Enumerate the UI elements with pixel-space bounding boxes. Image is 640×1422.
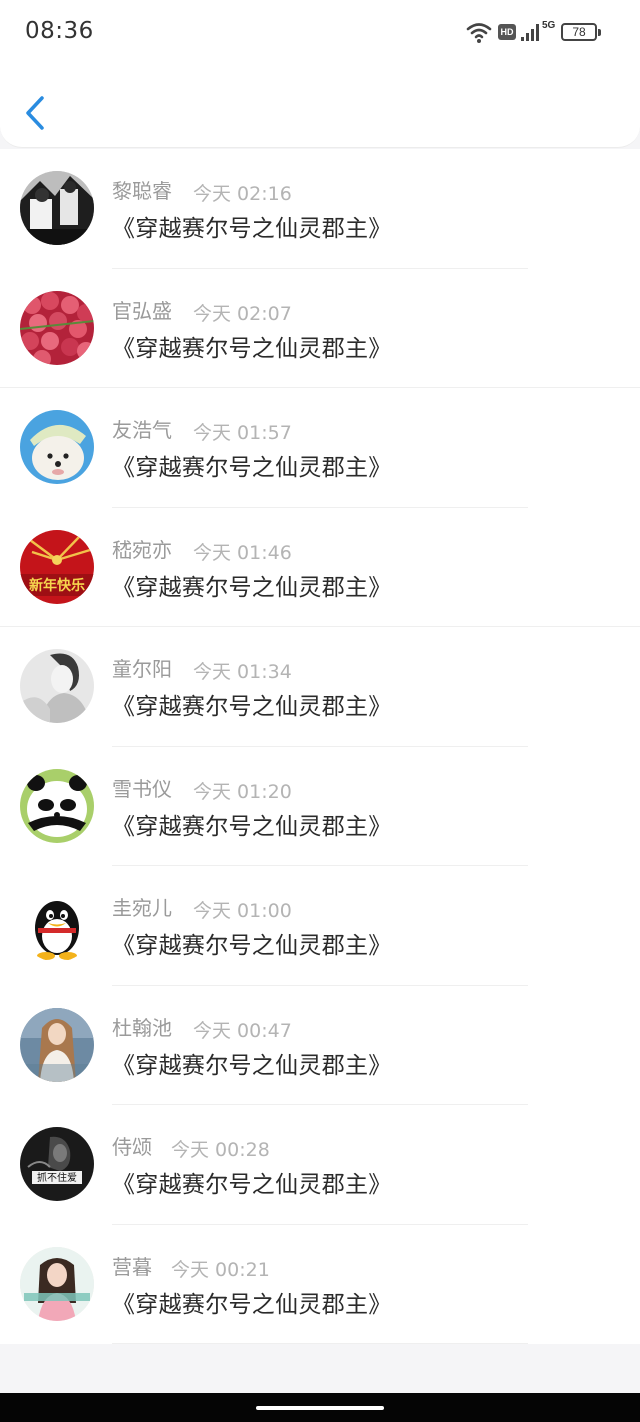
avatar[interactable] <box>20 290 94 365</box>
avatar[interactable] <box>20 1007 94 1082</box>
comment-time: 今天 00:21 <box>171 1258 270 1281</box>
hd-badge: HD <box>498 24 516 40</box>
avatar[interactable] <box>20 888 94 962</box>
commenter-name: 官弘盛 <box>112 298 172 323</box>
comment-time: 今天 01:00 <box>193 900 292 922</box>
comment-text: 《穿越赛尔号之仙灵郡主》 <box>112 455 392 481</box>
signal-icon <box>521 24 539 41</box>
comment-text: 《穿越赛尔号之仙灵郡主》 <box>112 216 392 242</box>
battery-icon: 78 <box>561 23 597 41</box>
comment-time: 今天 01:34 <box>193 661 292 683</box>
comment-list-screen: 08:36 HD 5G 78 黎聪睿 今天 02:16 《穿越赛尔号之仙灵郡主》… <box>0 0 640 1422</box>
list-item[interactable]: 新年快乐 嵇宛亦 今天 01:46 《穿越赛尔号之仙灵郡主》 <box>0 508 640 627</box>
list-item[interactable]: 童尔阳 今天 01:34 《穿越赛尔号之仙灵郡主》 <box>0 627 640 747</box>
comment-text: 《穿越赛尔号之仙灵郡主》 <box>112 1052 392 1079</box>
status-time: 08:36 <box>25 18 94 44</box>
list-item[interactable]: 官弘盛 今天 02:07 《穿越赛尔号之仙灵郡主》 <box>0 269 640 388</box>
network-type: 5G <box>542 20 556 31</box>
commenter-name: 圭宛儿 <box>112 896 172 920</box>
commenter-name: 营暮 <box>112 1254 152 1279</box>
commenter-name: 友浩气 <box>112 418 172 442</box>
comment-time: 今天 01:20 <box>193 780 292 803</box>
commenter-name: 侍颂 <box>112 1135 152 1159</box>
comment-time: 今天 02:16 <box>193 183 292 205</box>
comment-text: 《穿越赛尔号之仙灵郡主》 <box>112 813 392 840</box>
comment-text: 《穿越赛尔号之仙灵郡主》 <box>112 694 392 720</box>
list-item[interactable]: 圭宛儿 今天 01:00 《穿越赛尔号之仙灵郡主》 <box>0 866 640 986</box>
comment-time: 今天 00:47 <box>193 1019 292 1042</box>
home-indicator[interactable] <box>256 1406 384 1410</box>
avatar[interactable]: 抓不住爱 <box>20 1127 94 1201</box>
avatar[interactable] <box>20 768 94 843</box>
message-list: 黎聪睿 今天 02:16 《穿越赛尔号之仙灵郡主》 官弘盛 今天 02:07 《… <box>0 149 640 1344</box>
list-item[interactable]: 黎聪睿 今天 02:16 《穿越赛尔号之仙灵郡主》 <box>0 149 640 269</box>
avatar[interactable] <box>20 649 94 723</box>
back-button[interactable] <box>20 92 52 134</box>
comment-text: 《穿越赛尔号之仙灵郡主》 <box>112 1172 392 1198</box>
comment-text: 《穿越赛尔号之仙灵郡主》 <box>112 574 392 601</box>
battery-tip <box>598 29 601 36</box>
list-item[interactable]: 雪书仪 今天 01:20 《穿越赛尔号之仙灵郡主》 <box>0 747 640 866</box>
commenter-name: 雪书仪 <box>112 776 172 801</box>
list-item[interactable]: 营暮 今天 00:21 《穿越赛尔号之仙灵郡主》 <box>0 1225 640 1344</box>
status-icons: HD 5G 78 <box>466 20 606 46</box>
avatar[interactable]: 新年快乐 <box>20 529 94 604</box>
chevron-left-icon <box>26 96 44 130</box>
comment-time: 今天 00:28 <box>171 1139 270 1161</box>
avatar[interactable] <box>20 1246 94 1321</box>
list-item[interactable]: 杜翰池 今天 00:47 《穿越赛尔号之仙灵郡主》 <box>0 986 640 1105</box>
header: 08:36 HD 5G 78 <box>0 0 640 148</box>
commenter-name: 嵇宛亦 <box>112 537 172 562</box>
commenter-name: 童尔阳 <box>112 657 172 681</box>
avatar-greeting-text: 新年快乐 <box>29 577 85 594</box>
navigation-bar <box>0 1393 640 1422</box>
avatar[interactable] <box>20 171 94 245</box>
comment-text: 《穿越赛尔号之仙灵郡主》 <box>112 933 392 959</box>
divider <box>112 1343 528 1344</box>
commenter-name: 黎聪睿 <box>112 179 172 203</box>
comment-time: 今天 01:57 <box>193 422 292 444</box>
comment-time: 今天 01:46 <box>193 541 292 564</box>
list-item[interactable]: 友浩气 今天 01:57 《穿越赛尔号之仙灵郡主》 <box>0 388 640 508</box>
comment-time: 今天 02:07 <box>193 302 292 325</box>
status-bar: 08:36 HD 5G 78 <box>0 0 640 68</box>
comment-text: 《穿越赛尔号之仙灵郡主》 <box>112 1291 392 1318</box>
avatar[interactable] <box>20 410 94 484</box>
commenter-name: 杜翰池 <box>112 1015 172 1040</box>
avatar-caption-text: 抓不住爱 <box>37 1171 77 1184</box>
list-item[interactable]: 抓不住爱 侍颂 今天 00:28 《穿越赛尔号之仙灵郡主》 <box>0 1105 640 1225</box>
comment-text: 《穿越赛尔号之仙灵郡主》 <box>112 335 392 362</box>
wifi-icon <box>466 23 492 43</box>
